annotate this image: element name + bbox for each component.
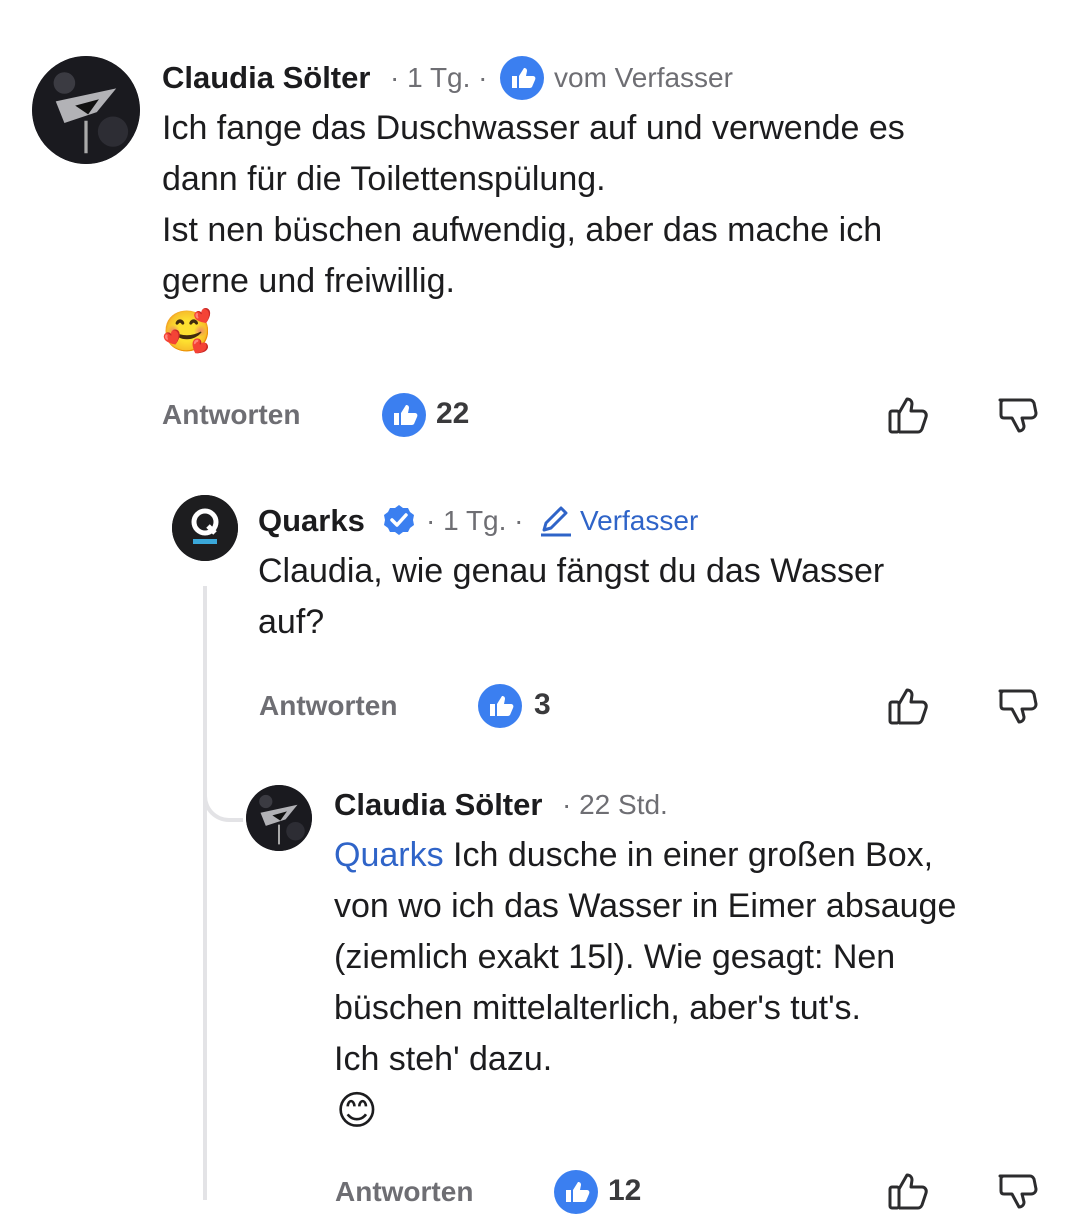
like-badge-icon[interactable] xyxy=(554,1170,598,1214)
thread-connector xyxy=(203,780,243,822)
reply-button[interactable]: Antworten xyxy=(162,399,300,431)
reply-button[interactable]: Antworten xyxy=(335,1176,473,1208)
like-badge-icon xyxy=(500,56,544,100)
thumbs-up-icon[interactable] xyxy=(886,392,932,438)
mention-link[interactable]: Quarks xyxy=(334,836,444,874)
thumbs-up-icon[interactable] xyxy=(886,683,932,729)
q-logo-icon xyxy=(172,495,238,561)
thumbs-down-icon[interactable] xyxy=(994,683,1040,729)
avatar[interactable] xyxy=(246,785,312,851)
author-badge-label: Verfasser xyxy=(580,505,699,536)
author-name[interactable]: Quarks xyxy=(258,503,365,539)
emoji-smiling: 😊 xyxy=(336,1089,378,1133)
verified-icon xyxy=(382,503,416,537)
timestamp: · 1 Tg. · xyxy=(390,62,488,93)
thread-line xyxy=(203,586,207,1200)
emoji-smiling-hearts: 🥰 xyxy=(162,310,212,354)
timestamp: · 22 Std. xyxy=(562,789,668,820)
comment-text: Quarks Ich dusche in einer großen Box, v… xyxy=(334,830,1064,1085)
author-name[interactable]: Claudia Sölter xyxy=(334,787,542,823)
like-count: 22 xyxy=(436,397,470,430)
like-badge-icon[interactable] xyxy=(382,393,426,437)
comment-text: Claudia, wie genau fängst du das Wasser … xyxy=(258,552,885,641)
like-count: 3 xyxy=(534,688,551,721)
thumbs-down-icon[interactable] xyxy=(994,1168,1040,1214)
like-count: 12 xyxy=(608,1174,642,1207)
author-badge-label: vom Verfasser xyxy=(554,62,733,93)
like-badge-icon[interactable] xyxy=(478,684,522,728)
comment-text: Ich fange das Duschwasser auf und verwen… xyxy=(162,109,905,300)
avatar[interactable] xyxy=(172,495,238,561)
avatar[interactable] xyxy=(32,56,140,164)
thumbs-down-icon[interactable] xyxy=(994,392,1040,438)
author-name[interactable]: Claudia Sölter xyxy=(162,60,370,96)
thumbs-up-icon[interactable] xyxy=(886,1168,932,1214)
reply-button[interactable]: Antworten xyxy=(259,690,397,722)
timestamp: · 1 Tg. · xyxy=(426,505,524,536)
pencil-icon xyxy=(538,504,574,538)
